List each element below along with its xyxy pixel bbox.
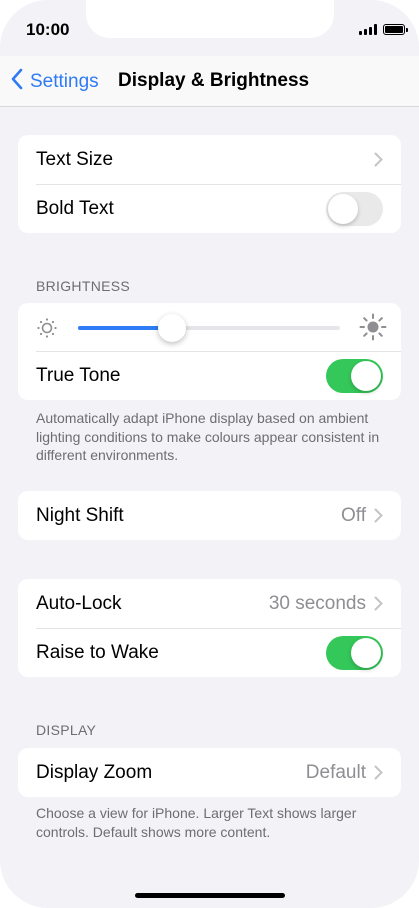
row-divider [36,628,401,629]
display-section-header: DISPLAY [36,722,97,738]
cellular-signal-icon [359,24,377,35]
brightness-section-header: BRIGHTNESS [36,278,131,294]
row-divider [36,184,401,185]
battery-icon [383,24,408,35]
navigation-bar: Settings Display & Brightness [0,56,419,107]
true-tone-toggle[interactable] [326,358,383,393]
display-zoom-row[interactable]: Display Zoom Default [18,748,401,797]
night-shift-group: Night Shift Off [18,491,401,540]
notch [86,0,334,38]
auto-lock-row[interactable]: Auto-Lock 30 seconds [18,579,401,628]
home-indicator[interactable] [135,893,285,898]
text-settings-group: Text Size Bold Text [18,135,401,233]
true-tone-label: True Tone [36,364,121,386]
chevron-left-icon [10,68,24,96]
phone-screen: 10:00 Settings Display & Brightness Text… [0,0,419,908]
raise-to-wake-toggle[interactable] [326,635,383,670]
raise-to-wake-label: Raise to Wake [36,641,159,663]
auto-lock-label: Auto-Lock [36,592,122,614]
bold-text-label: Bold Text [36,197,114,219]
night-shift-row[interactable]: Night Shift Off [18,491,401,540]
brightness-slider-row [18,303,401,351]
sun-large-icon [359,313,387,347]
row-divider [36,351,401,352]
status-time: 10:00 [26,20,70,39]
night-shift-value: Off [341,504,366,526]
status-icons [359,24,408,35]
display-zoom-value: Default [305,761,366,783]
back-button[interactable]: Settings [10,68,99,96]
brightness-slider[interactable] [78,314,340,342]
night-shift-label: Night Shift [36,504,124,526]
lock-group: Auto-Lock 30 seconds Raise to Wake [18,579,401,677]
text-size-label: Text Size [36,148,114,170]
sun-small-icon [36,317,58,345]
brightness-slider-thumb[interactable] [158,314,187,342]
display-zoom-label: Display Zoom [36,761,153,783]
brightness-group: True Tone [18,303,401,400]
bold-text-toggle[interactable] [326,191,383,226]
chevron-right-icon [374,508,384,523]
auto-lock-value: 30 seconds [268,592,366,614]
display-zoom-group: Display Zoom Default [18,748,401,797]
page-title: Display & Brightness [118,70,310,91]
bold-text-row: Bold Text [18,184,401,233]
true-tone-row: True Tone [18,351,401,400]
raise-to-wake-row: Raise to Wake [18,628,401,677]
back-label: Settings [30,71,99,92]
chevron-right-icon [374,765,384,780]
display-zoom-footer: Choose a view for iPhone. Larger Text sh… [36,805,357,840]
true-tone-footer: Automatically adapt iPhone display based… [36,410,380,463]
chevron-right-icon [374,152,384,167]
chevron-right-icon [374,596,384,611]
text-size-row[interactable]: Text Size [18,135,401,184]
